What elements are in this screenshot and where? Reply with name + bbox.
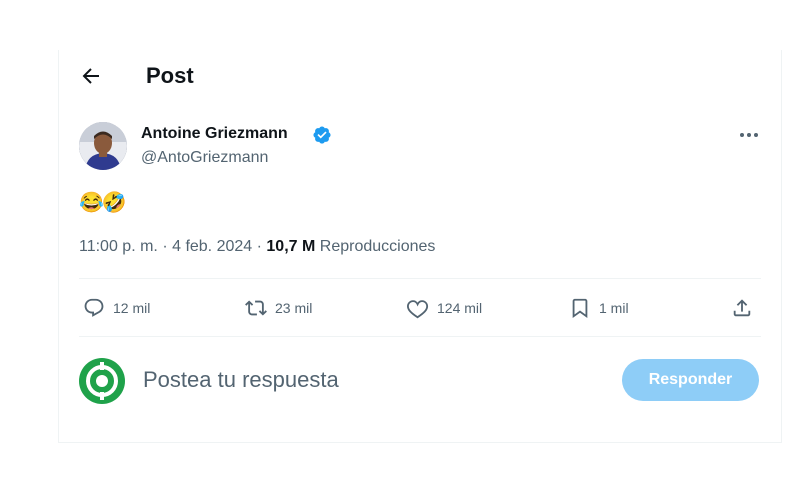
post-date[interactable]: 4 feb. 2024 bbox=[172, 238, 252, 255]
user-avatar-icon[interactable] bbox=[79, 358, 125, 404]
more-options-button[interactable] bbox=[737, 126, 761, 144]
share-icon bbox=[733, 299, 751, 317]
bookmark-count: 1 mil bbox=[599, 300, 629, 316]
page-title: Post bbox=[146, 63, 194, 88]
author-handle[interactable]: @AntoGriezmann bbox=[141, 149, 268, 167]
verified-badge-icon bbox=[313, 126, 331, 144]
heart-icon bbox=[407, 300, 429, 319]
author-name[interactable]: Antoine Griezmann bbox=[141, 125, 288, 143]
post-meta: 11:00 p. m. · 4 feb. 2024 · 10,7 M Repro… bbox=[79, 238, 435, 256]
author-avatar[interactable] bbox=[79, 122, 127, 170]
views-count: 10,7 M bbox=[266, 238, 316, 255]
share-button[interactable] bbox=[731, 296, 761, 320]
reply-count: 12 mil bbox=[113, 300, 151, 316]
views-label: Reproducciones bbox=[319, 238, 436, 255]
arrow-left-icon bbox=[82, 68, 99, 84]
meta-separator: · bbox=[162, 238, 168, 255]
post-header: Post bbox=[59, 50, 781, 102]
reply-icon bbox=[84, 298, 104, 317]
repost-icon bbox=[245, 300, 267, 316]
reply-composer: Responder bbox=[59, 346, 781, 416]
divider bbox=[79, 278, 761, 279]
post-actions: 12 mil 23 mil 124 mil 1 mil bbox=[59, 284, 781, 334]
back-button[interactable] bbox=[79, 64, 103, 88]
divider bbox=[79, 336, 761, 337]
reply-submit-button[interactable]: Responder bbox=[622, 359, 759, 401]
post-time[interactable]: 11:00 p. m. bbox=[79, 238, 158, 255]
post-text: 😂🤣 bbox=[79, 192, 127, 214]
more-horizontal-icon bbox=[740, 133, 758, 137]
avatar-image bbox=[79, 122, 127, 170]
like-count: 124 mil bbox=[437, 300, 483, 316]
meta-separator: · bbox=[256, 238, 262, 255]
repost-button[interactable]: 23 mil bbox=[245, 296, 312, 320]
post-panel: Post Antoine Griezmann @AntoGriezmann 😂🤣… bbox=[58, 50, 782, 443]
bookmark-icon bbox=[572, 298, 588, 319]
like-button[interactable]: 124 mil bbox=[407, 296, 482, 320]
bookmark-button[interactable]: 1 mil bbox=[569, 296, 629, 320]
repost-count: 23 mil bbox=[275, 300, 313, 316]
reply-button[interactable]: 12 mil bbox=[83, 296, 150, 320]
reply-input[interactable] bbox=[143, 362, 603, 398]
